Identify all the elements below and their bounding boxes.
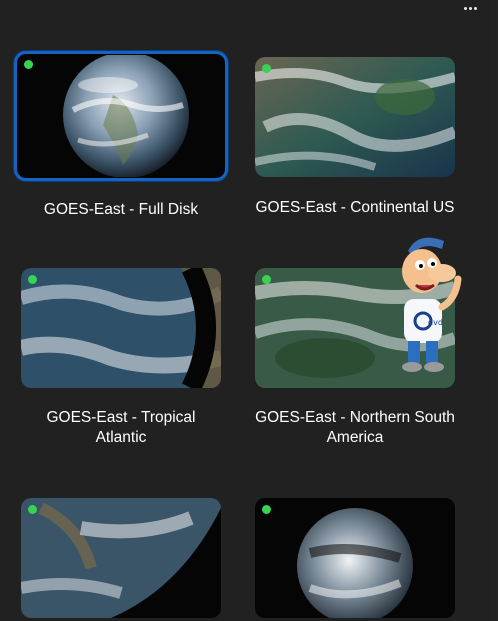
full-disk-image <box>18 55 224 177</box>
scrollbar[interactable] <box>490 0 498 621</box>
stream-title: GOES-East - Tropical Atlantic <box>46 409 196 446</box>
live-status-indicator <box>262 64 271 73</box>
live-status-indicator <box>28 275 37 284</box>
live-status-indicator <box>24 60 33 69</box>
live-status-indicator <box>28 505 37 514</box>
stream-thumbnail <box>21 498 221 618</box>
stream-title: GOES-East - Full Disk <box>43 201 199 218</box>
mascot-shirt-text: dvd <box>428 318 443 327</box>
stream-6-image <box>255 498 455 618</box>
mascot-watermark: dvd <box>402 237 462 372</box>
tropical-atlantic-image <box>21 268 221 388</box>
live-status-indicator <box>262 275 271 284</box>
continental-us-image <box>255 57 455 177</box>
stream-thumbnail <box>255 498 455 618</box>
stream-title: GOES-East - Northern South America <box>255 409 455 446</box>
stream-thumbnail <box>21 268 221 388</box>
app-window: GOES-East - Full Disk GOES-East - Contin… <box>0 0 498 621</box>
live-status-indicator <box>262 505 271 514</box>
stream-title: GOES-East - Continental US <box>255 199 455 216</box>
stream-thumbnail <box>14 51 228 181</box>
stream-thumbnail <box>255 57 455 177</box>
stream-5-image <box>21 498 221 618</box>
